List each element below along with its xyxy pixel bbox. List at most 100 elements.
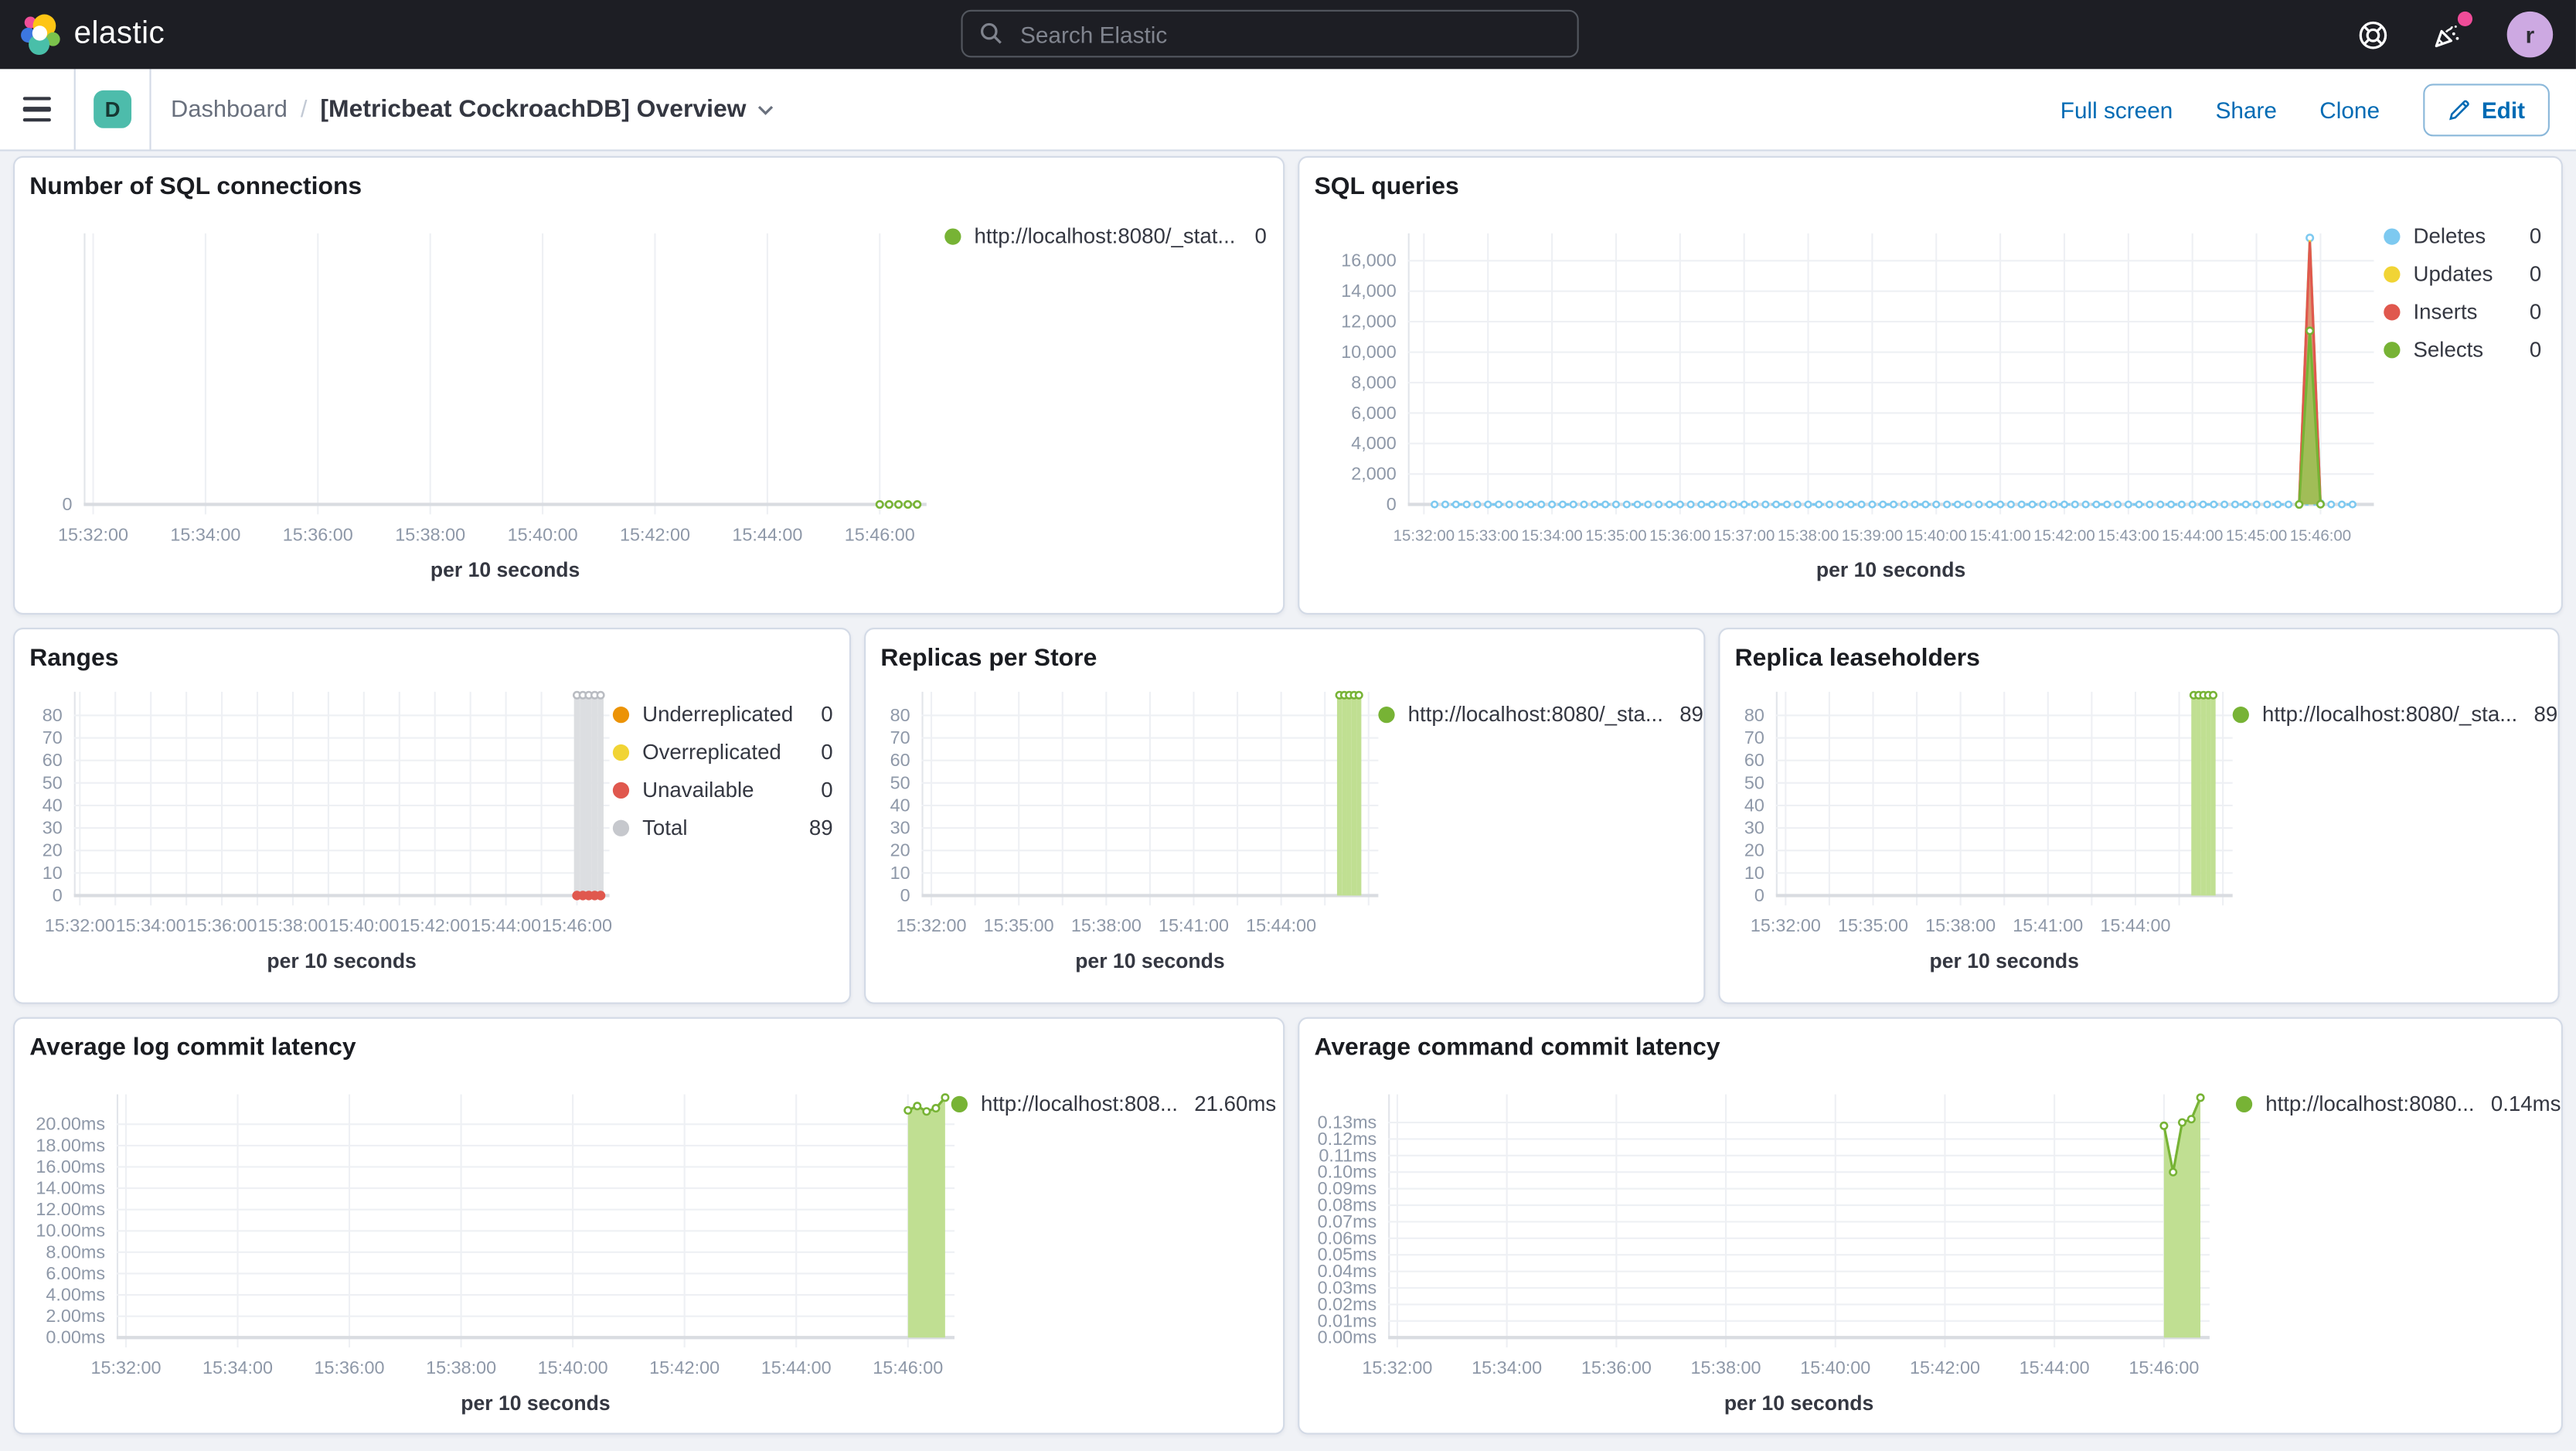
svg-text:0: 0: [900, 885, 910, 905]
svg-text:16.00ms: 16.00ms: [36, 1156, 105, 1177]
legend-item[interactable]: Total 89: [612, 815, 833, 840]
svg-text:12.00ms: 12.00ms: [36, 1199, 105, 1219]
svg-text:per 10 seconds: per 10 seconds: [461, 1391, 610, 1415]
chart-canvas: 0 2,000 4,000 6,000 8,000 10,000 12,000 14,000 1…: [1299, 217, 2390, 611]
svg-text:16,000: 16,000: [1341, 250, 1397, 271]
svg-text:15:46:00: 15:46:00: [542, 915, 612, 935]
clone-button[interactable]: Clone: [2319, 96, 2380, 122]
breadcrumb-dashboard-link[interactable]: Dashboard: [171, 96, 288, 122]
dashboard-app-badge[interactable]: D: [94, 90, 132, 128]
legend-item[interactable]: Selects 0: [2384, 337, 2541, 362]
search-input[interactable]: [1016, 19, 1561, 49]
help-button[interactable]: [2357, 19, 2388, 49]
legend-item[interactable]: http://localhost:8080... 0.14ms: [2235, 1091, 2561, 1115]
svg-text:40: 40: [43, 795, 63, 815]
svg-text:10.00ms: 10.00ms: [36, 1221, 105, 1241]
legend-dot: [612, 743, 630, 761]
toolbar-actions: Full screen Share Clone Edit: [2060, 83, 2576, 136]
svg-text:50: 50: [890, 772, 910, 792]
svg-text:15:40:00: 15:40:00: [508, 524, 578, 544]
svg-text:15:38:00: 15:38:00: [1925, 915, 1996, 935]
share-button[interactable]: Share: [2216, 96, 2277, 122]
menu-button[interactable]: [0, 69, 74, 149]
svg-text:0: 0: [1387, 494, 1397, 514]
legend-item[interactable]: Inserts 0: [2384, 299, 2541, 324]
legend-label: Selects: [2413, 336, 2484, 362]
legend-item[interactable]: http://localhost:8080/_sta... 89: [2232, 702, 2557, 727]
panel-average-command-commit-latency: Average command commit latency 0.00ms 0.0…: [1298, 1017, 2563, 1435]
edit-button[interactable]: Edit: [2422, 83, 2550, 136]
svg-text:4.00ms: 4.00ms: [46, 1284, 105, 1304]
svg-text:15:36:00: 15:36:00: [1581, 1357, 1652, 1378]
svg-text:15:32:00: 15:32:00: [1362, 1357, 1432, 1378]
svg-text:15:33:00: 15:33:00: [1458, 527, 1519, 544]
svg-text:0: 0: [53, 885, 63, 905]
svg-text:15:39:00: 15:39:00: [1842, 527, 1903, 544]
legend-value: 21.60ms: [1194, 1091, 1277, 1116]
legend-value: 89: [808, 815, 833, 840]
legend-item[interactable]: Unavailable 0: [612, 777, 833, 802]
svg-text:20.00ms: 20.00ms: [36, 1114, 105, 1134]
svg-text:15:32:00: 15:32:00: [1393, 527, 1455, 544]
svg-text:15:34:00: 15:34:00: [1521, 527, 1582, 544]
svg-text:10,000: 10,000: [1341, 342, 1397, 362]
search-icon: [979, 22, 1004, 46]
legend-item[interactable]: Overreplicated 0: [612, 740, 833, 764]
svg-text:15:38:00: 15:38:00: [1071, 915, 1142, 935]
legend-dot: [2384, 341, 2401, 358]
chart-legend: Underreplicated 0 Overreplicated 0 Unavailab…: [612, 702, 833, 853]
legend-item[interactable]: http://localhost:8080/_sta... 89: [1378, 702, 1703, 727]
panel-title: Average log commit latency: [29, 1034, 356, 1062]
svg-text:2.00ms: 2.00ms: [46, 1306, 105, 1326]
svg-text:0: 0: [63, 494, 73, 514]
svg-text:0.00ms: 0.00ms: [46, 1327, 105, 1347]
svg-text:15:36:00: 15:36:00: [315, 1357, 385, 1378]
legend-label: Inserts: [2413, 298, 2478, 324]
svg-text:30: 30: [1744, 818, 1764, 838]
svg-text:60: 60: [43, 750, 63, 770]
svg-text:60: 60: [890, 750, 910, 770]
chart-legend: http://localhost:8080/_sta... 89: [2232, 702, 2557, 740]
divider: [73, 69, 76, 150]
svg-text:15:42:00: 15:42:00: [1910, 1357, 1980, 1378]
app-viewport: elastic Search Elastic r D Dashboard / […: [0, 0, 2576, 1451]
global-search[interactable]: [961, 9, 1579, 58]
page-title: [Metricbeat CockroachDB] Overview: [320, 95, 747, 124]
svg-text:per 10 seconds: per 10 seconds: [430, 558, 580, 581]
legend-dot: [944, 227, 961, 244]
help-icon: [2357, 19, 2388, 49]
panel-average-log-commit-latency: Average log commit latency 0.00ms 2.00ms 4…: [13, 1017, 1285, 1435]
svg-text:14.00ms: 14.00ms: [36, 1178, 105, 1198]
panel-title: Replica leaseholders: [1734, 644, 1980, 673]
pencil-icon: [2448, 99, 2469, 120]
legend-item[interactable]: Deletes 0: [2384, 223, 2541, 248]
svg-text:15:46:00: 15:46:00: [845, 524, 915, 544]
user-avatar[interactable]: r: [2506, 11, 2554, 58]
legend-dot: [612, 781, 630, 798]
news-button[interactable]: [2431, 11, 2473, 51]
svg-text:per 10 seconds: per 10 seconds: [1075, 949, 1224, 972]
fullscreen-button[interactable]: Full screen: [2060, 96, 2173, 122]
legend-value: 0: [1254, 223, 1267, 248]
legend-value: 0: [2529, 261, 2542, 286]
legend-value: 0.14ms: [2490, 1091, 2561, 1116]
svg-text:15:40:00: 15:40:00: [1906, 527, 1967, 544]
app-header: elastic Search Elastic r: [0, 0, 2576, 70]
legend-item[interactable]: Updates 0: [2384, 261, 2541, 286]
svg-text:40: 40: [1744, 795, 1764, 815]
legend-item[interactable]: http://localhost:808... 21.60ms: [951, 1091, 1276, 1115]
svg-text:12,000: 12,000: [1341, 312, 1397, 332]
elastic-logo-icon: [20, 13, 63, 56]
legend-value: 0: [2529, 298, 2542, 324]
panel-title: Number of SQL connections: [29, 172, 362, 201]
dashboard-title-menu[interactable]: [Metricbeat CockroachDB] Overview: [320, 95, 775, 123]
svg-text:15:42:00: 15:42:00: [400, 915, 470, 935]
panel-title: Average command commit latency: [1314, 1034, 1720, 1062]
legend-item[interactable]: http://localhost:8080/_stat... 0: [944, 223, 1267, 248]
svg-text:15:36:00: 15:36:00: [1649, 527, 1710, 544]
legend-item[interactable]: Underreplicated 0: [612, 702, 833, 727]
svg-text:15:40:00: 15:40:00: [1800, 1357, 1870, 1378]
legend-dot: [2384, 303, 2401, 320]
chart-legend: http://localhost:8080/_stat... 0: [944, 223, 1267, 261]
legend-label: Total: [642, 815, 688, 840]
